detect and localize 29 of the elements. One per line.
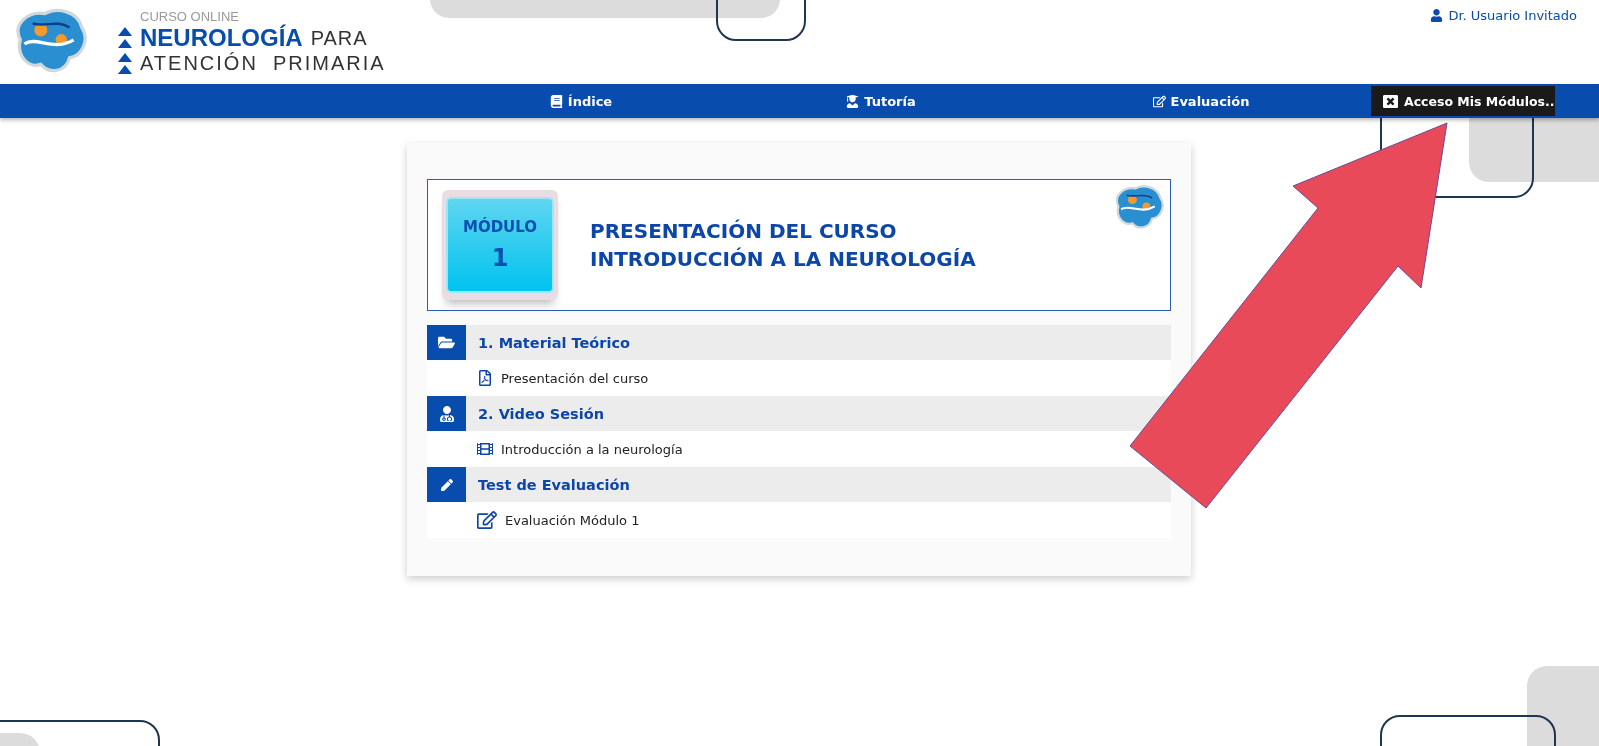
course-kicker: CURSO ONLINE — [140, 9, 240, 24]
badge-label: MÓDULO — [462, 218, 538, 236]
nav-link[interactable]: Tutoría — [731, 93, 1031, 109]
resource-icon — [477, 370, 493, 386]
user-link[interactable]: Dr. Usuario Invitado — [1430, 8, 1577, 23]
triangles-icon — [118, 52, 132, 75]
course-subtitle: ATENCIÓN PRIMARIA — [140, 52, 386, 75]
edit-icon — [1152, 94, 1166, 108]
course-title: NEUROLOGÍA — [140, 24, 303, 52]
close-icon — [1383, 93, 1398, 109]
graduate-icon — [846, 94, 860, 108]
section-title: 1. Material Teórico — [478, 334, 630, 351]
access-modules-button[interactable]: Acceso Mis Módulos.. — [1371, 86, 1555, 116]
course-title-suffix: PARA — [310, 26, 368, 50]
badge-number: 1 — [491, 244, 509, 272]
section-title: Test de Evaluación — [478, 476, 630, 493]
nav-link[interactable]: Índice — [431, 93, 731, 109]
section-title: 2. Video Sesión — [478, 405, 604, 422]
module-title: PRESENTACIÓN DEL CURSO — [590, 218, 898, 245]
user-icon — [1430, 9, 1444, 22]
resource-icon — [477, 441, 493, 457]
resource-link[interactable]: Evaluación Módulo 1 — [477, 510, 640, 530]
resource-link[interactable]: Presentación del curso — [477, 370, 649, 386]
book-icon — [549, 94, 563, 108]
resource-icon — [477, 510, 497, 530]
nav-link[interactable]: Evaluación — [1031, 93, 1371, 109]
resource-link[interactable]: Introducción a la neurología — [477, 441, 683, 457]
module-title: INTRODUCCIÓN A LA NEUROLOGÍA — [590, 246, 976, 273]
triangles-icon — [118, 27, 132, 49]
